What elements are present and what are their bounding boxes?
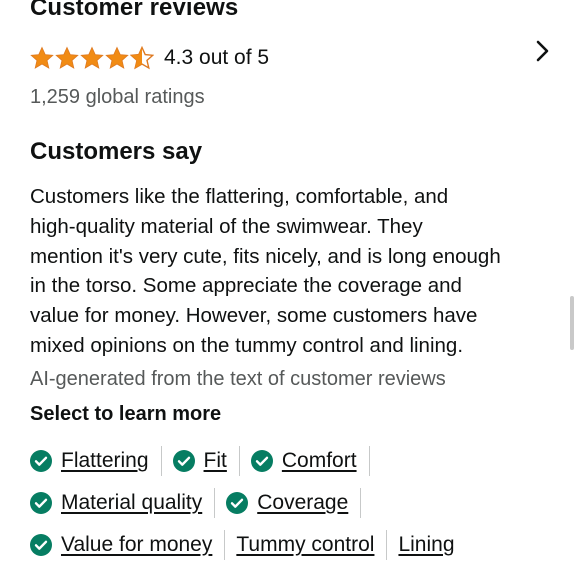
chip-row: Material quality Coverage — [30, 482, 575, 524]
chip-flattering[interactable]: Flattering — [30, 446, 149, 476]
chip-label: Material quality — [61, 491, 203, 514]
star-rating — [30, 45, 155, 71]
chevron-right-icon[interactable] — [534, 38, 550, 64]
chip-label: Fit — [203, 449, 227, 472]
chip-row: Flattering Fit Comfort — [30, 440, 575, 482]
aspect-chips: Flattering Fit Comfort Material quality … — [30, 440, 575, 566]
summary-line: high-quality material of the swimwear. T… — [30, 214, 423, 238]
check-circle-icon — [30, 534, 52, 556]
global-ratings-count: 1,259 global ratings — [30, 86, 205, 108]
summary-line: mixed opinions on the tummy control and … — [30, 333, 464, 357]
chip-fit[interactable]: Fit — [172, 446, 227, 476]
chip-tummy-control[interactable]: Tummy control — [236, 530, 374, 560]
chip-material-quality[interactable]: Material quality — [30, 488, 202, 518]
summary-line: value for money. However, some customers… — [30, 304, 478, 328]
star-full-icon — [105, 46, 129, 69]
scrollbar[interactable] — [570, 296, 574, 350]
check-circle-icon — [30, 492, 52, 514]
star-full-icon — [55, 46, 79, 69]
check-circle-icon — [226, 492, 249, 514]
section-title: Customer reviews — [30, 0, 239, 21]
chip-comfort[interactable]: Comfort — [250, 446, 357, 476]
chip-divider — [214, 488, 216, 518]
customers-say-title: Customers say — [30, 138, 203, 165]
chip-label: Flattering — [61, 449, 149, 472]
chip-lining[interactable]: Lining — [398, 530, 454, 560]
chip-divider — [238, 446, 240, 476]
summary-line: mention it's very cute, fits nicely, and… — [30, 244, 501, 268]
chip-coverage[interactable]: Coverage — [226, 488, 348, 518]
select-to-learn-title: Select to learn more — [30, 403, 222, 425]
chip-label: Value for money — [61, 533, 213, 556]
check-circle-icon — [250, 450, 273, 472]
check-circle-icon — [30, 450, 52, 472]
star-full-icon — [30, 46, 54, 69]
chip-label: Lining — [398, 533, 455, 556]
rating-row[interactable]: 4.3 out of 5 — [30, 42, 269, 74]
chip-label: Coverage — [257, 491, 349, 514]
chip-divider — [160, 446, 162, 476]
chip-divider — [368, 446, 370, 476]
check-circle-icon — [172, 450, 195, 472]
chip-divider — [386, 530, 388, 560]
summary-line: Customers like the flattering, comfortab… — [30, 185, 449, 208]
chip-label: Comfort — [281, 449, 357, 472]
chip-value-for-money[interactable]: Value for money — [30, 530, 212, 560]
chip-divider — [360, 488, 362, 518]
summary-line: in the torso. Some appreciate the covera… — [30, 274, 462, 298]
star-half-icon — [130, 46, 154, 70]
rating-text: 4.3 out of 5 — [164, 46, 270, 69]
chip-row: Value for money Tummy control Lining — [30, 524, 575, 566]
review-summary: Customers like the flattering, comfortab… — [30, 182, 570, 361]
star-full-icon — [80, 46, 104, 69]
chip-label: Tummy control — [236, 533, 375, 556]
chip-divider — [224, 530, 226, 560]
ai-generated-note: AI-generated from the text of customer r… — [30, 368, 446, 390]
